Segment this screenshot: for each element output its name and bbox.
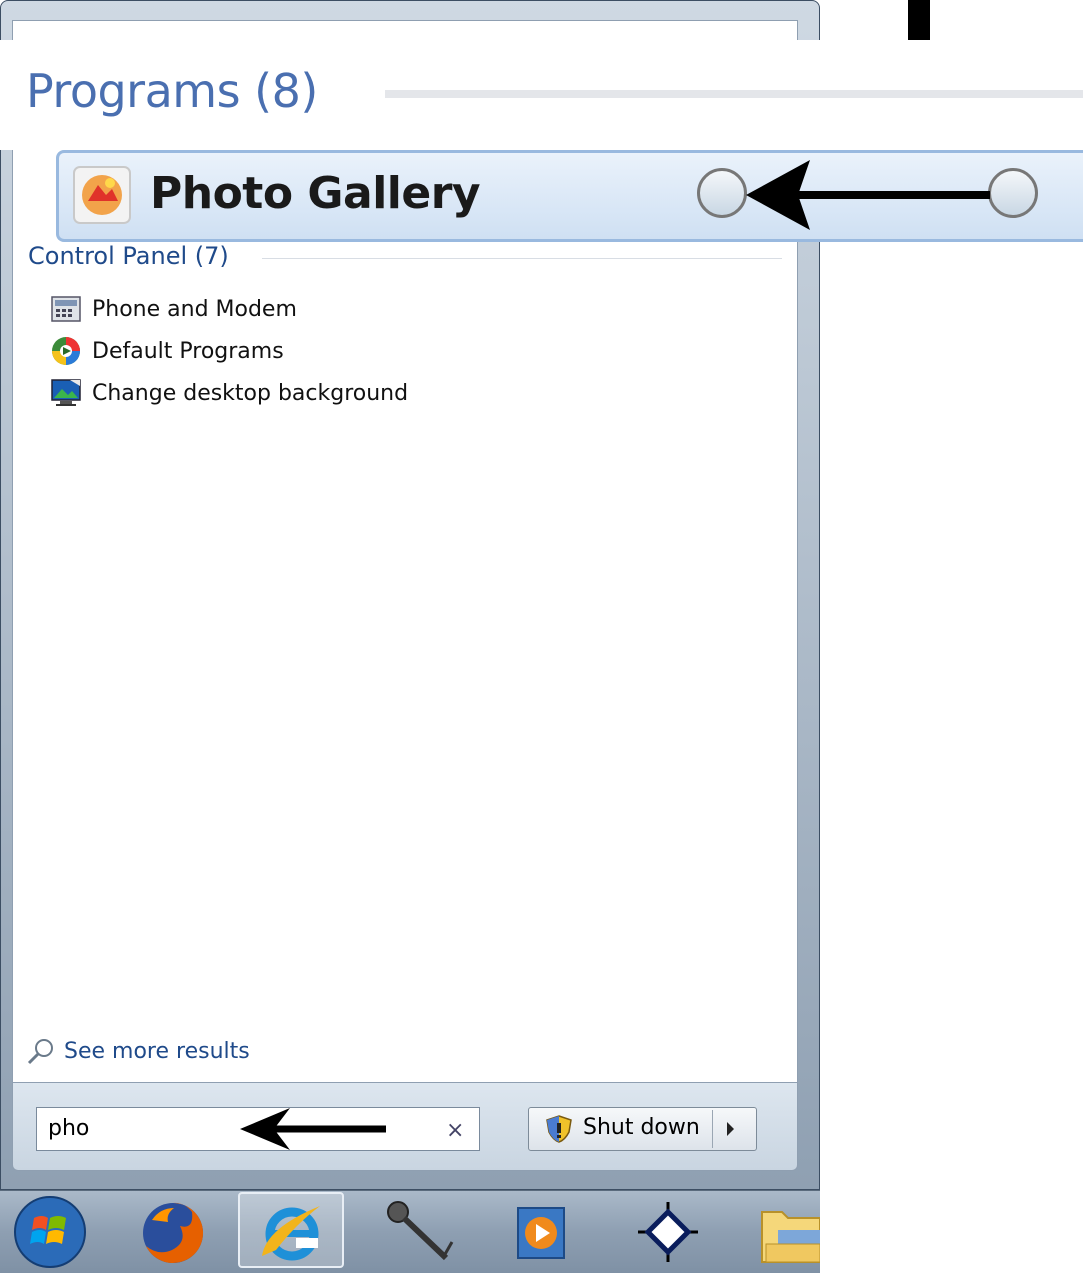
search-icon	[27, 1039, 53, 1065]
microphone-icon[interactable]	[382, 1196, 462, 1268]
media-player-icon[interactable]	[510, 1200, 574, 1266]
phone-modem-icon	[51, 296, 81, 322]
programs-header: Programs (8)	[26, 64, 318, 118]
cp-item-default-programs[interactable]: Default Programs	[50, 334, 284, 368]
programs-divider	[385, 90, 1083, 98]
default-programs-icon	[52, 337, 80, 365]
shut-down-label: Shut down	[583, 1115, 700, 1140]
cp-item-label: Phone and Modem	[92, 296, 297, 322]
clear-search-icon[interactable]: ×	[446, 1118, 464, 1143]
black-bar	[908, 0, 930, 40]
control-panel-divider	[262, 258, 782, 259]
target-icon[interactable]	[636, 1200, 700, 1264]
start-orb-icon[interactable]	[12, 1194, 88, 1270]
cp-item-desktop-background[interactable]: Change desktop background	[50, 376, 408, 410]
cp-item-label: Change desktop background	[92, 380, 409, 406]
cp-item-phone-modem[interactable]: Phone and Modem	[50, 292, 297, 326]
photo-gallery-icon	[73, 166, 131, 224]
internet-explorer-icon[interactable]	[256, 1198, 326, 1268]
arrow-to-photo-gallery	[746, 160, 990, 230]
desktop-background-icon	[51, 379, 81, 406]
folder-icon[interactable]	[760, 1200, 820, 1264]
cp-item-label: Default Programs	[92, 338, 284, 364]
control-panel-header: Control Panel (7)	[28, 242, 229, 270]
see-more-label: See more results	[64, 1038, 250, 1064]
shut-down-options-arrow-icon[interactable]	[727, 1122, 734, 1136]
shut-down-separator	[712, 1110, 713, 1148]
firefox-icon[interactable]	[138, 1198, 208, 1268]
shield-icon	[546, 1115, 572, 1143]
search-input-value: pho	[48, 1116, 90, 1141]
photo-gallery-label: Photo Gallery	[150, 168, 481, 219]
see-more-results-link[interactable]: See more results	[26, 1036, 250, 1066]
arrow-to-search	[240, 1108, 386, 1150]
